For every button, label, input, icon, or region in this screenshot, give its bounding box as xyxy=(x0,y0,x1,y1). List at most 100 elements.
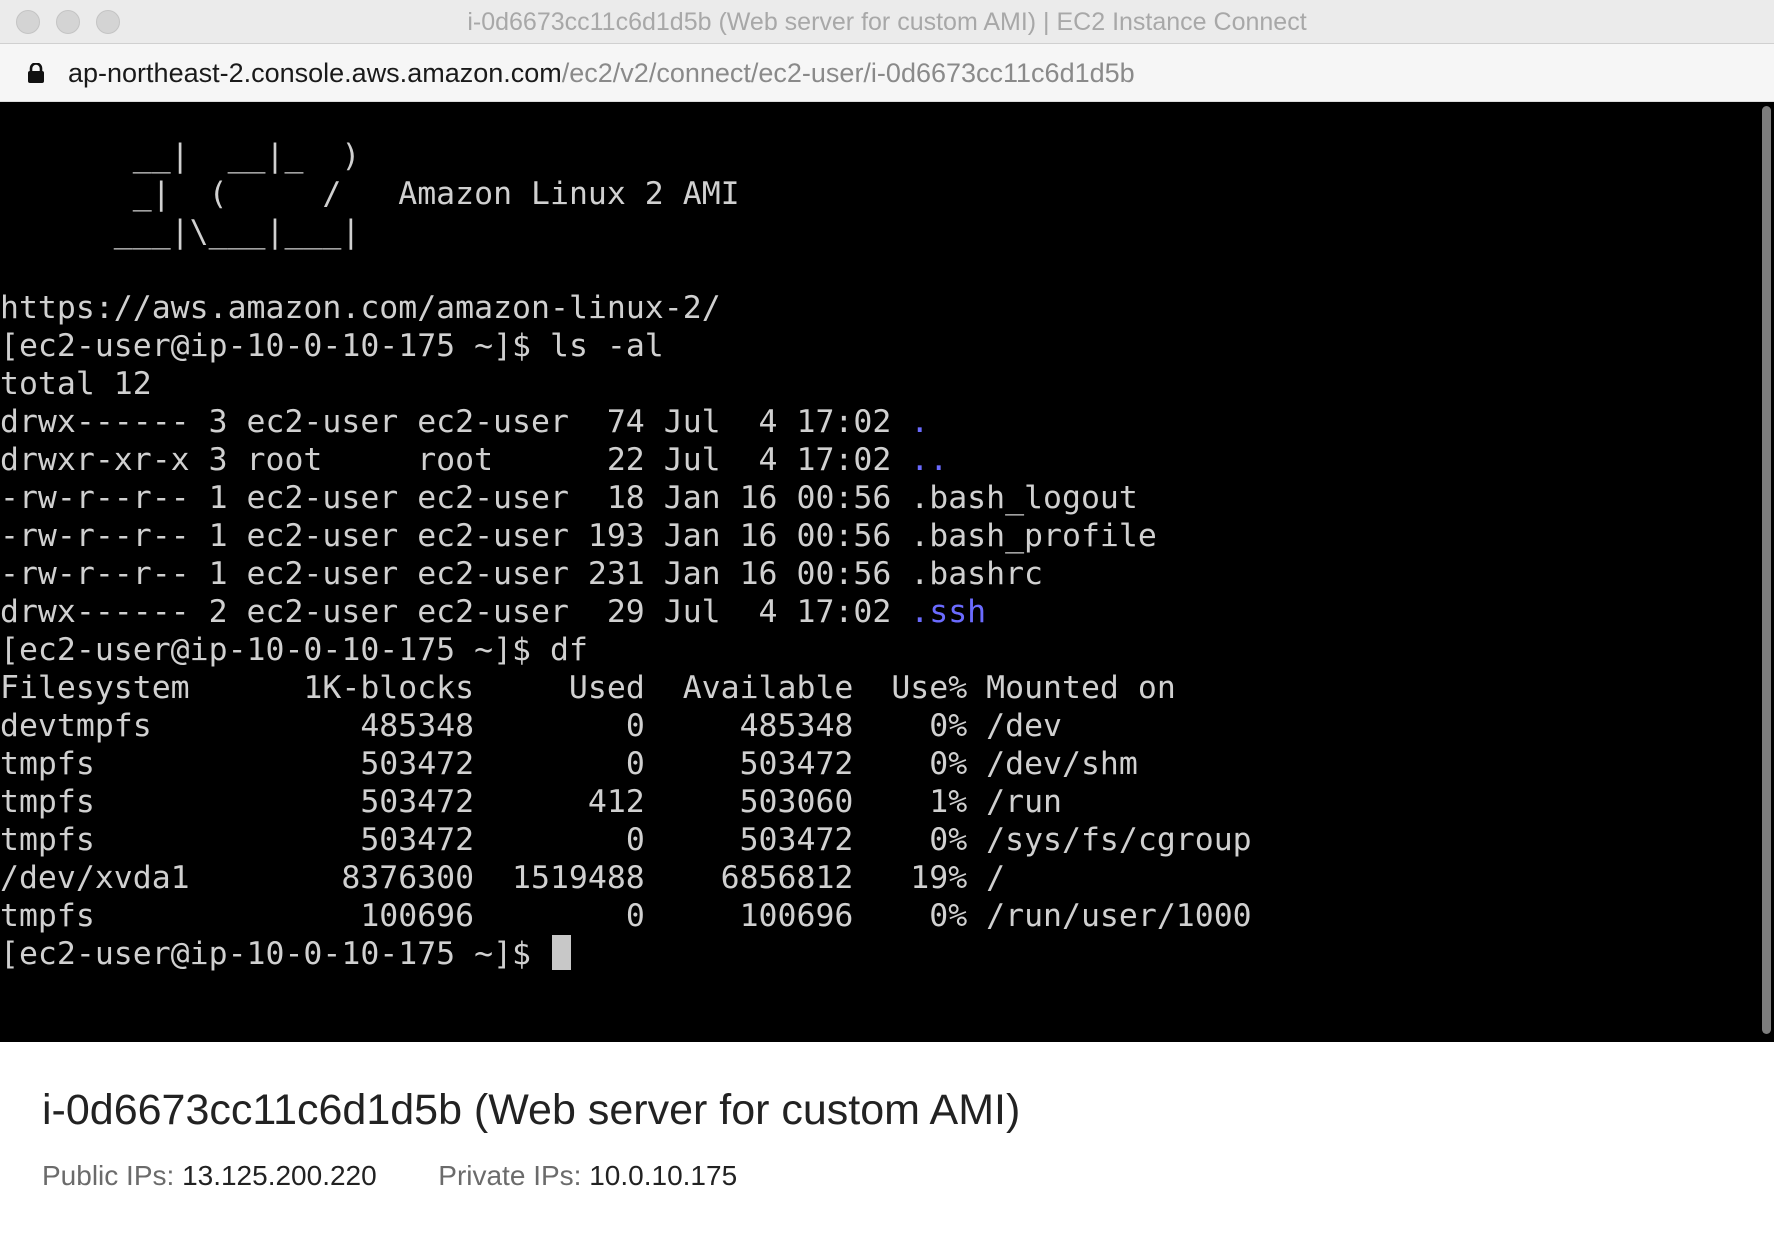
banner-text: _| ( / Amazon Linux 2 AMI xyxy=(0,176,740,212)
df-row-cell: /dev/shm xyxy=(986,746,1138,782)
instance-info-panel: i-0d6673cc11c6d1d5b (Web server for cust… xyxy=(0,1042,1774,1242)
ls-links: 1 xyxy=(208,556,228,592)
ls-day: 16 xyxy=(739,556,778,592)
ls-links: 1 xyxy=(208,480,228,516)
df-row-cell: 100696 xyxy=(739,898,854,934)
ls-perms: -rw-r--r-- xyxy=(0,556,190,592)
df-row-cell: 503472 xyxy=(360,746,475,782)
df-row-cell: 0% xyxy=(929,898,968,934)
df-row: /dev/xvda1 8376300 1519488 6856812 19% / xyxy=(0,859,1252,897)
df-row: tmpfs 503472 0 503472 0% /sys/fs/cgroup xyxy=(0,821,1252,859)
banner-text: ___|\___|___| xyxy=(0,214,361,250)
df-row-cell: devtmpfs xyxy=(0,708,152,744)
ls-month: Jul xyxy=(663,404,721,440)
df-row-cell: tmpfs xyxy=(0,898,95,934)
ls-time: 17:02 xyxy=(796,594,892,630)
df-row-cell: 412 xyxy=(587,784,645,820)
ls-size: 231 xyxy=(587,556,645,592)
ip-row: Public IPs: 13.125.200.220 Private IPs: … xyxy=(42,1160,737,1192)
ls-time: 00:56 xyxy=(796,556,892,592)
ls-size: 29 xyxy=(606,594,645,630)
df-row-cell: /dev xyxy=(986,708,1062,744)
url-line: https://aws.amazon.com/amazon-linux-2/ xyxy=(0,289,1252,327)
df-row-cell: 0% xyxy=(929,746,968,782)
df-row-cell: 0% xyxy=(929,708,968,744)
ls-name: .bashrc xyxy=(910,556,1044,592)
df-row-cell: 0 xyxy=(625,822,645,858)
prompt-line: [ec2-user@ip-10-0-10-175 ~]$ xyxy=(0,935,1252,973)
terminal-cursor[interactable] xyxy=(551,935,571,970)
ls-month: Jan xyxy=(663,556,721,592)
ls-owner: ec2-user xyxy=(246,404,399,440)
ls-size: 74 xyxy=(606,404,645,440)
ls-links: 2 xyxy=(208,594,228,630)
ls-owner: ec2-user xyxy=(246,594,399,630)
ls-time: 00:56 xyxy=(796,480,892,516)
ls-day: 4 xyxy=(758,442,778,478)
ls-owner: ec2-user xyxy=(246,480,399,516)
ls-month: Jan xyxy=(663,518,721,554)
terminal-scrollbar[interactable] xyxy=(1760,102,1774,1042)
ls-row: -rw-r--r-- 1 ec2-user ec2-user 18 Jan 16… xyxy=(0,479,1252,517)
df-row-cell: tmpfs xyxy=(0,784,95,820)
ls-row: drwxr-xr-x 3 root root 22 Jul 4 17:02 .. xyxy=(0,441,1252,479)
ls-name: .. xyxy=(910,442,949,478)
df-row-cell: 485348 xyxy=(360,708,475,744)
df-header-cell: Filesystem xyxy=(0,670,190,706)
df-row-cell: 0 xyxy=(625,898,645,934)
df-row-cell: /dev/xvda1 xyxy=(0,860,190,896)
ls-day: 4 xyxy=(758,404,778,440)
ls-name: .bash_logout xyxy=(910,480,1138,516)
ls-perms: -rw-r--r-- xyxy=(0,480,190,516)
ls-owner: ec2-user xyxy=(246,556,399,592)
ls-total-line: total 12 xyxy=(0,365,1252,403)
df-row-cell: tmpfs xyxy=(0,822,95,858)
terminal-output: __| __|_ ) _| ( / Amazon Linux 2 AMI ___… xyxy=(0,137,1252,973)
url-text[interactable]: ap-northeast-2.console.aws.amazon.com/ec… xyxy=(68,44,1135,102)
df-row-cell: 100696 xyxy=(360,898,475,934)
url-host: ap-northeast-2.console.aws.amazon.com xyxy=(68,58,562,88)
ls-name: .bash_profile xyxy=(910,518,1157,554)
ls-perms: -rw-r--r-- xyxy=(0,518,190,554)
ls-links: 1 xyxy=(208,518,228,554)
terminal[interactable]: __| __|_ ) _| ( / Amazon Linux 2 AMI ___… xyxy=(0,102,1774,1042)
df-row-cell: 503472 xyxy=(739,822,854,858)
shell-prompt: [ec2-user@ip-10-0-10-175 ~]$ xyxy=(0,328,532,364)
ls-time: 17:02 xyxy=(796,404,892,440)
lock-icon xyxy=(28,63,44,83)
public-ips-label: Public IPs: xyxy=(42,1160,175,1191)
df-header-cell: Mounted on xyxy=(986,670,1176,706)
ls-size: 193 xyxy=(587,518,645,554)
ls-owner: ec2-user xyxy=(246,518,399,554)
ls-perms: drwx------ xyxy=(0,594,190,630)
df-row-cell: 8376300 xyxy=(341,860,475,896)
command-text: ls -al xyxy=(549,328,664,364)
df-row: tmpfs 503472 0 503472 0% /dev/shm xyxy=(0,745,1252,783)
ls-size: 18 xyxy=(606,480,645,516)
ls-month: Jan xyxy=(663,480,721,516)
private-ips-label: Private IPs: xyxy=(438,1160,582,1191)
df-header: Filesystem 1K-blocks Used Available Use%… xyxy=(0,669,1252,707)
df-row-cell: 1% xyxy=(929,784,968,820)
ls-row: -rw-r--r-- 1 ec2-user ec2-user 193 Jan 1… xyxy=(0,517,1252,555)
ls-links: 3 xyxy=(208,442,228,478)
ls-name: . xyxy=(910,404,930,440)
address-bar[interactable]: ap-northeast-2.console.aws.amazon.com/ec… xyxy=(0,44,1774,102)
df-row-cell: /sys/fs/cgroup xyxy=(986,822,1252,858)
command-text: df xyxy=(549,632,588,668)
df-row-cell: 6856812 xyxy=(720,860,854,896)
df-row-cell: 19% xyxy=(910,860,968,896)
ls-group: ec2-user xyxy=(417,404,569,440)
ls-total: total 12 xyxy=(0,366,152,402)
ls-month: Jul xyxy=(663,594,721,630)
prompt-line: [ec2-user@ip-10-0-10-175 ~]$ df xyxy=(0,631,1252,669)
ls-group: root xyxy=(417,442,494,478)
ls-month: Jul xyxy=(663,442,721,478)
scrollbar-thumb[interactable] xyxy=(1762,106,1771,1034)
df-header-cell: Use% xyxy=(891,670,968,706)
banner-line: _| ( / Amazon Linux 2 AMI xyxy=(0,175,1252,213)
ls-day: 16 xyxy=(739,518,778,554)
window-title: i-0d6673cc11c6d1d5b (Web server for cust… xyxy=(467,8,1307,36)
instance-title: i-0d6673cc11c6d1d5b (Web server for cust… xyxy=(42,1086,1021,1134)
df-row-cell: /run/user/1000 xyxy=(986,898,1252,934)
